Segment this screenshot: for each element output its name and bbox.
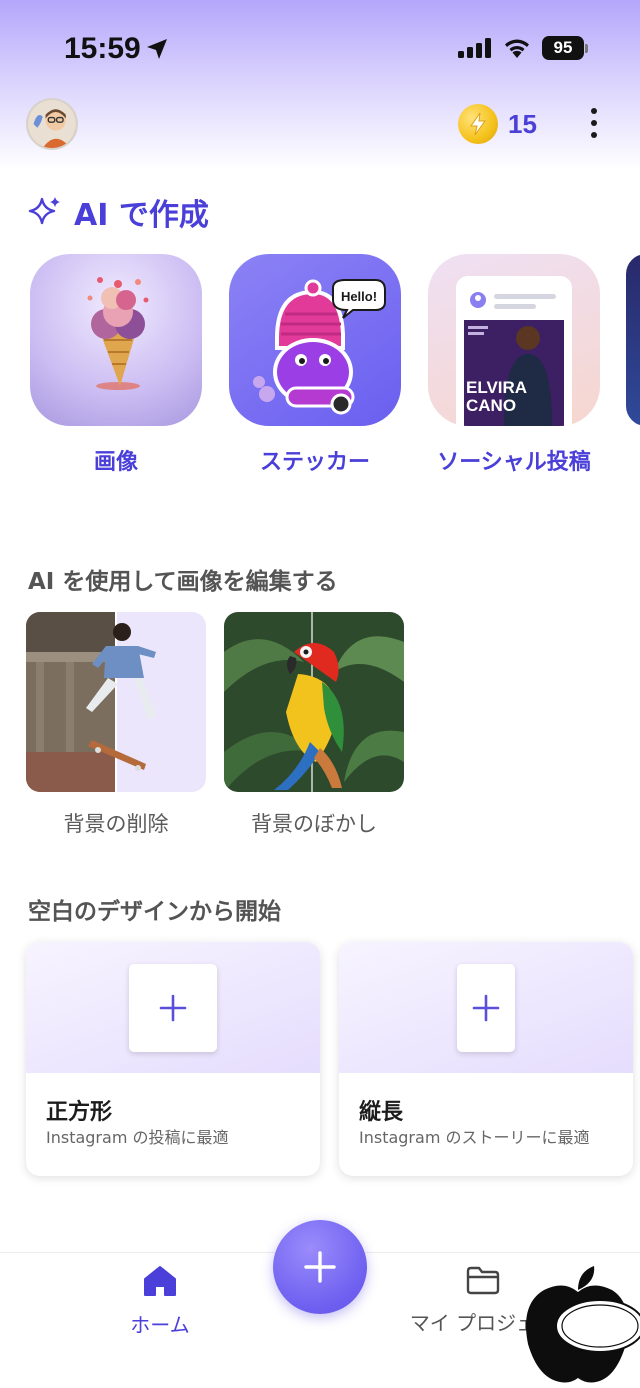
ice-cream-illustration	[87, 277, 149, 390]
poster-name-line-1: ELVIRA	[466, 378, 527, 397]
create-more-card-partial[interactable]	[626, 254, 640, 426]
home-icon	[144, 1266, 176, 1296]
poster-name-line-2: CANO	[466, 396, 516, 415]
ai-create-title: AI で作成	[74, 198, 209, 233]
credits-indicator[interactable]: 15	[458, 104, 537, 144]
blank-portrait-subtitle: Instagram のストーリーに最適	[359, 1128, 590, 1147]
battery-level: 95	[553, 38, 573, 57]
parrot-photo	[224, 612, 404, 792]
user-avatar[interactable]	[26, 98, 78, 150]
status-bar: 15:59 95	[0, 0, 640, 96]
plus-icon	[159, 994, 187, 1022]
plus-icon	[304, 1251, 336, 1283]
create-image-card[interactable]	[30, 254, 202, 426]
blank-square-card[interactable]: 正方形 Instagram の投稿に最適	[26, 942, 320, 1176]
blur-background-card[interactable]	[224, 612, 404, 792]
create-social-post-label: ソーシャル投稿	[437, 450, 591, 475]
credit-count: 15	[508, 108, 537, 139]
coin-icon	[458, 104, 498, 144]
nav-home-label: ホーム	[130, 1313, 190, 1337]
ai-create-header: AI で作成	[28, 190, 209, 234]
skateboarder-photo	[26, 612, 206, 792]
create-sticker-label: ステッカー	[259, 450, 370, 475]
square-canvas-thumb	[129, 964, 217, 1052]
battery-icon: 95	[542, 36, 584, 60]
blank-portrait-title: 縦長	[359, 1100, 404, 1125]
sticker-speech-text: Hello!	[341, 289, 377, 304]
sticker-illustration: Hello!	[253, 279, 386, 415]
portrait-canvas-thumb	[457, 964, 515, 1052]
sparkle-icon	[28, 197, 60, 225]
cellular-signal-icon	[458, 38, 491, 58]
blank-section-title: 空白のデザインから開始	[28, 899, 281, 925]
remove-background-card[interactable]	[26, 612, 206, 792]
edit-section-title: AI を使用して画像を編集する	[28, 569, 338, 595]
plus-icon	[472, 994, 500, 1022]
status-time: 15:59	[64, 32, 141, 65]
create-social-post-card[interactable]: ELVIRA CANO	[428, 254, 600, 426]
folder-icon	[466, 1266, 500, 1295]
battery-tip	[585, 44, 588, 53]
create-sticker-card[interactable]: Hello!	[229, 254, 401, 426]
blur-background-label: 背景のぼかし	[251, 812, 377, 836]
social-post-illustration: ELVIRA CANO	[456, 276, 572, 426]
blank-square-title: 正方形	[46, 1100, 113, 1125]
wifi-icon	[505, 39, 529, 58]
blank-square-subtitle: Instagram の投稿に最適	[46, 1128, 229, 1147]
location-arrow-icon	[147, 39, 167, 59]
create-new-button[interactable]	[273, 1220, 367, 1314]
nav-home[interactable]: ホーム	[130, 1265, 190, 1338]
blank-portrait-card[interactable]: 縦長 Instagram のストーリーに最適	[339, 942, 633, 1176]
remove-background-label: 背景の削除	[63, 812, 169, 836]
more-vertical-icon[interactable]	[584, 108, 604, 138]
create-image-label: 画像	[93, 450, 138, 475]
avatar-illustration	[28, 100, 76, 148]
apple-seal-watermark	[526, 1266, 640, 1383]
